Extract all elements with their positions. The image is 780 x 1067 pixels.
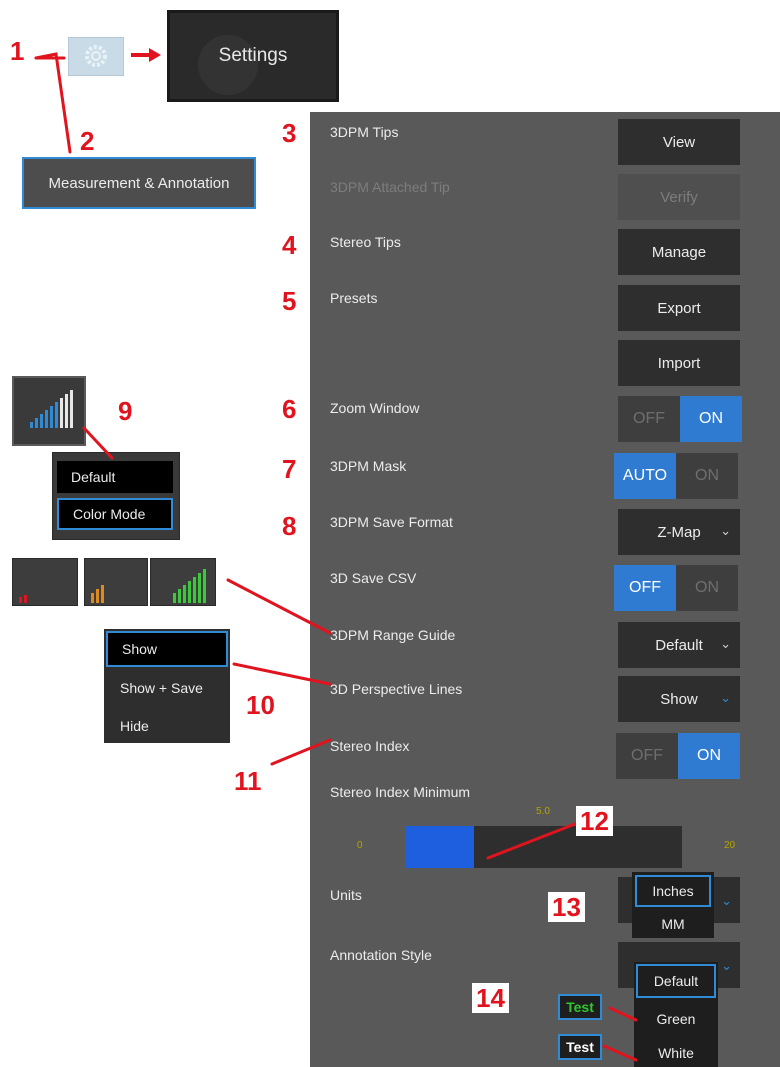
callout-line-11	[270, 738, 332, 766]
callout-4: 4	[282, 230, 297, 260]
callout-11: 11	[234, 766, 262, 796]
callout-line-green	[608, 1006, 638, 1022]
callout-1: 1	[10, 36, 25, 66]
callout-line-10	[232, 662, 332, 686]
callout-14: 14	[472, 983, 509, 1013]
callout-13: 13	[548, 892, 585, 922]
callout-line-9	[82, 426, 114, 460]
callout-6: 6	[282, 394, 297, 424]
callout-12: 12	[576, 806, 613, 836]
callout-line-range	[226, 578, 332, 635]
callout-line-1-2	[34, 52, 72, 154]
callout-7: 7	[282, 454, 297, 484]
callout-9: 9	[118, 396, 133, 426]
callout-line-white	[602, 1044, 638, 1062]
callout-5: 5	[282, 286, 297, 316]
callout-line-12	[486, 820, 582, 860]
callout-8: 8	[282, 511, 297, 541]
callout-10: 10	[246, 690, 275, 720]
callout-3: 3	[282, 118, 297, 148]
callout-2: 2	[80, 126, 95, 156]
callout-lines	[34, 52, 638, 1062]
